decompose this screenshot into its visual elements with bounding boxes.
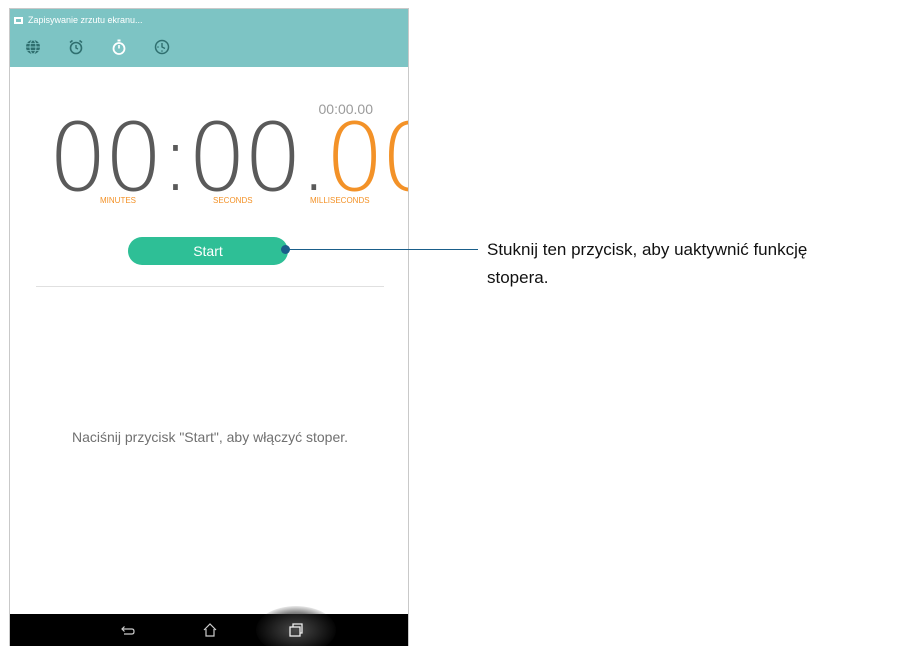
tab-bar <box>22 36 194 58</box>
notification-text: Zapisywanie zrzutu ekranu... <box>28 15 143 25</box>
tab-timer[interactable] <box>151 36 173 58</box>
navigation-bar <box>10 606 408 646</box>
screenshot-icon <box>14 16 23 24</box>
status-bar: Zapisywanie zrzutu ekranu... <box>10 9 408 67</box>
notification: Zapisywanie zrzutu ekranu... <box>14 13 143 27</box>
back-icon <box>121 626 135 635</box>
seconds-value: 00 <box>187 104 303 213</box>
recent-apps-icon <box>289 623 303 637</box>
callout-line-2: stopera. <box>487 268 549 287</box>
tab-stopwatch[interactable] <box>108 36 130 58</box>
minutes-value: 00 <box>48 104 164 213</box>
callout-line-1: Stuknij ten przycisk, aby uaktywnić funk… <box>487 240 808 259</box>
hint-text: Naciśnij przycisk "Start", aby włączyć s… <box>71 429 349 445</box>
alarm-clock-icon <box>69 39 83 55</box>
callout-line <box>286 249 478 250</box>
milliseconds-label: MILLISECONDS <box>310 196 370 205</box>
recent-apps-button[interactable] <box>276 614 316 646</box>
colon-separator: : <box>159 104 192 213</box>
dot-separator: . <box>298 104 329 213</box>
divider <box>36 286 384 287</box>
back-button[interactable] <box>107 614 147 646</box>
home-icon <box>203 623 217 637</box>
tab-world-clock[interactable] <box>22 36 44 58</box>
stopwatch-icon <box>112 39 126 55</box>
minutes-label: MINUTES <box>100 196 136 205</box>
timer-icon <box>154 39 170 55</box>
start-button[interactable]: Start <box>128 237 288 265</box>
stopwatch-display: 00 : 00 . 00 <box>48 104 408 213</box>
device-screen: Zapisywanie zrzutu ekranu... 00:00.00 00… <box>9 8 409 646</box>
home-button[interactable] <box>190 614 230 646</box>
tab-alarm[interactable] <box>65 36 87 58</box>
milliseconds-value: 00 <box>324 104 408 213</box>
globe-icon <box>26 39 40 55</box>
callout-dot <box>281 245 290 254</box>
seconds-label: SECONDS <box>213 196 253 205</box>
callout-text: Stuknij ten przycisk, aby uaktywnić funk… <box>487 236 917 292</box>
